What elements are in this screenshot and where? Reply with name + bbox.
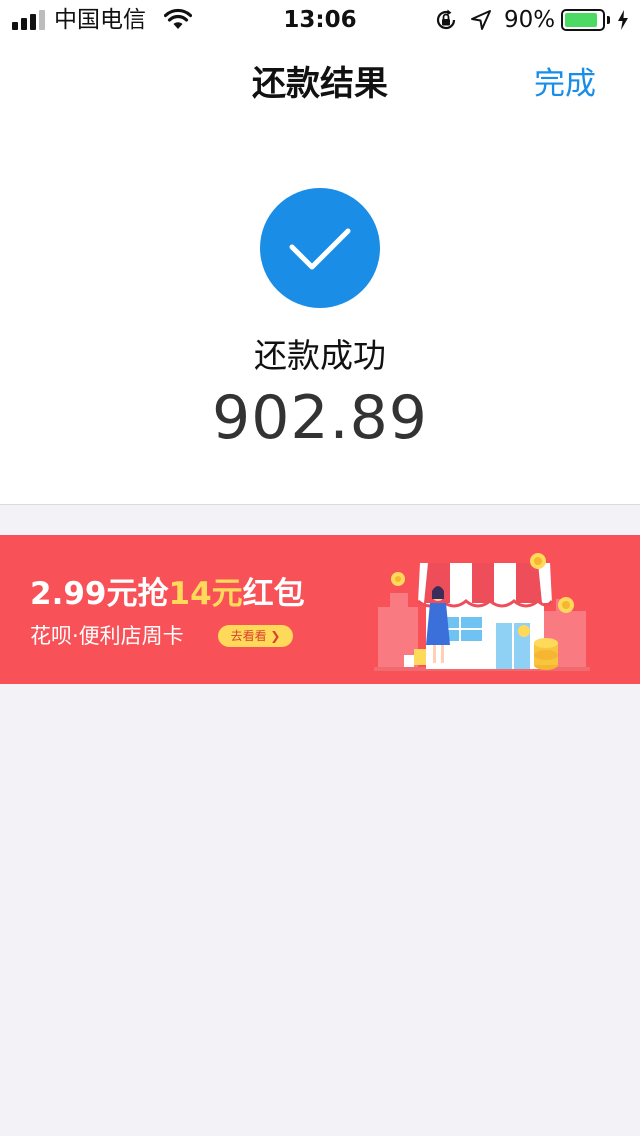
battery-icon xyxy=(561,9,605,31)
banner-title: 2.99元抢14元红包 xyxy=(30,574,305,614)
promo-banner[interactable]: 2.99元抢14元红包 花呗·便利店周卡 去看看 ❯ xyxy=(0,535,640,684)
banner-cta-button[interactable]: 去看看 ❯ xyxy=(218,625,293,647)
location-arrow-icon xyxy=(471,10,491,30)
battery-cap xyxy=(607,16,610,24)
charging-bolt-icon xyxy=(618,10,628,30)
banner-title-suffix: 红包 xyxy=(242,576,305,612)
repayment-amount: 902.89 xyxy=(212,383,428,453)
repayment-status-text: 还款成功 xyxy=(254,336,386,375)
banner-title-prefix: 2.99元抢 xyxy=(30,576,169,612)
repayment-result-card: 还款成功 902.89 xyxy=(0,128,640,505)
banner-subtitle: 花呗·便利店周卡 xyxy=(30,624,184,648)
battery-level-fill xyxy=(565,13,597,27)
banner-title-highlight: 14元 xyxy=(168,576,243,612)
navigation-bar: 还款结果 完成 xyxy=(0,40,640,128)
convenience-store-illustration xyxy=(374,553,590,671)
done-button[interactable]: 完成 xyxy=(534,62,596,106)
status-bar: 中国电信 13:06 90% xyxy=(0,0,640,40)
orientation-lock-icon xyxy=(436,9,456,30)
success-check-icon xyxy=(260,188,380,308)
battery-percent: 90% xyxy=(504,7,556,33)
